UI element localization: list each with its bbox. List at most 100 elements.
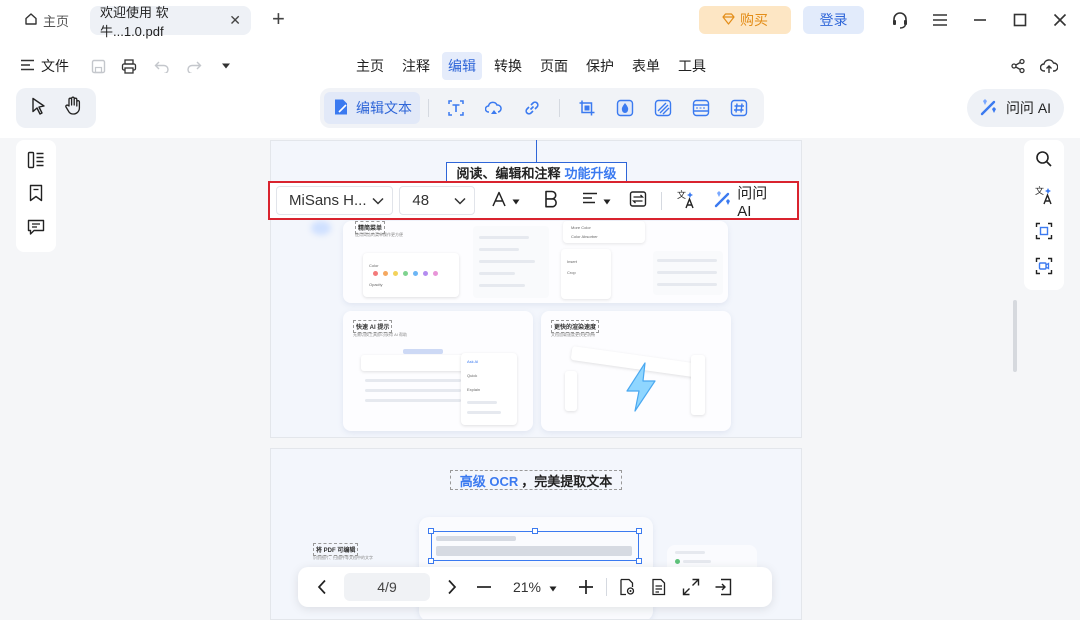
file-menu[interactable]: 文件: [20, 56, 69, 76]
add-image-icon[interactable]: [478, 92, 510, 124]
watermark-icon[interactable]: [609, 92, 641, 124]
menu-item-tools[interactable]: 工具: [672, 52, 712, 80]
document-tab[interactable]: 欢迎使用 软牛...1.0.pdf ✕: [90, 5, 251, 39]
menu-item-form[interactable]: 表单: [626, 52, 666, 80]
select-cursor-icon[interactable]: [31, 97, 47, 120]
read-mode-icon[interactable]: [611, 571, 643, 603]
edit-text-label: 编辑文本: [356, 100, 412, 116]
menu-item-home[interactable]: 主页: [350, 52, 390, 80]
maximize-icon[interactable]: [1010, 10, 1030, 30]
mini-menu-text: Explain: [467, 387, 481, 392]
feature-card-rendering: 更快的渲染速度 文档加载速度更快更流畅: [541, 311, 731, 431]
menu-item-convert[interactable]: 转换: [488, 52, 528, 80]
save-icon[interactable]: [89, 57, 107, 75]
home-tab[interactable]: 主页: [16, 7, 79, 34]
translate-icon: 文: [676, 189, 696, 213]
crop-icon[interactable]: [571, 92, 603, 124]
format-ask-ai-button[interactable]: 问问 AI: [706, 185, 791, 220]
cloud-upload-icon[interactable]: [1040, 57, 1058, 75]
header-footer-icon[interactable]: [685, 92, 717, 124]
mini-line: [365, 399, 461, 402]
menu-item-page[interactable]: 页面: [534, 52, 574, 80]
background-icon[interactable]: [647, 92, 679, 124]
new-tab-button[interactable]: +: [272, 8, 285, 30]
headset-icon[interactable]: [890, 10, 910, 30]
font-color-button[interactable]: [483, 186, 528, 215]
add-text-icon[interactable]: [440, 92, 472, 124]
edit-text-button[interactable]: 编辑文本: [324, 92, 420, 124]
mini-context-menu: More Color Color Absorber: [563, 221, 645, 243]
page-layout-icon[interactable]: [643, 571, 675, 603]
quick-access-dropdown-icon[interactable]: [217, 57, 235, 75]
page-number-input[interactable]: 4/9: [344, 573, 430, 601]
text-layout-button[interactable]: [621, 186, 655, 215]
mini-line: [657, 259, 717, 262]
menu-item-annotate[interactable]: 注释: [396, 52, 436, 80]
color-swatch: [393, 271, 398, 276]
document-tab-label: 欢迎使用 软牛...1.0.pdf: [100, 4, 169, 39]
align-button[interactable]: [574, 186, 619, 215]
mini-line: [479, 248, 519, 251]
mini-line: [479, 272, 515, 275]
hamburger-menu-icon[interactable]: [930, 10, 950, 30]
title-bar: 主页 欢迎使用 软牛...1.0.pdf ✕ + 购买 登录: [0, 0, 1080, 40]
close-window-icon[interactable]: [1050, 10, 1070, 30]
undo-icon[interactable]: [153, 57, 171, 75]
page-heading-highlight: 功能升级: [564, 165, 617, 181]
translate-button[interactable]: 文: [668, 186, 704, 215]
mini-table: [365, 375, 465, 415]
vertical-scrollbar[interactable]: [1013, 300, 1017, 372]
comments-icon[interactable]: [27, 218, 45, 241]
chevron-down-icon: [372, 192, 384, 209]
add-link-icon[interactable]: [516, 92, 548, 124]
login-button[interactable]: 登录: [803, 6, 864, 34]
caret-down-icon: [603, 192, 611, 209]
font-family-select[interactable]: MiSans H...: [276, 186, 394, 215]
ask-ai-button[interactable]: 问问 AI: [967, 89, 1064, 127]
bookmark-icon[interactable]: [28, 184, 44, 207]
bates-number-icon[interactable]: [723, 92, 755, 124]
mini-ai-menu: Ask AI Quick Explain: [461, 353, 517, 425]
thumbnails-icon[interactable]: [27, 151, 45, 174]
toolbar-divider: [428, 99, 429, 117]
translate-icon[interactable]: 文: [1034, 185, 1054, 210]
minimize-icon[interactable]: [970, 10, 990, 30]
caret-down-icon: [549, 579, 557, 595]
menu-item-protect[interactable]: 保护: [580, 52, 620, 80]
zoom-in-icon[interactable]: [570, 571, 602, 603]
mini-menu-text: Color Absorber: [571, 234, 598, 239]
buy-button[interactable]: 购买: [699, 6, 791, 34]
mini-highlight: [403, 349, 443, 354]
mini-line: [657, 283, 717, 286]
close-tab-icon[interactable]: ✕: [229, 12, 241, 29]
mini-menu-text: Quick: [467, 373, 478, 378]
next-page-icon[interactable]: [436, 571, 468, 603]
feature-card-menu: 精简菜单 使用简洁的菜单操作更方便 Color Opacity More Col…: [343, 221, 728, 303]
status-dot: [675, 559, 680, 564]
zoom-out-icon[interactable]: [468, 571, 500, 603]
menu-item-edit[interactable]: 编辑: [442, 52, 482, 80]
pointer-tool-group: [16, 88, 96, 128]
share-icon[interactable]: [1009, 57, 1027, 75]
ocr-selection-box: [431, 531, 639, 561]
mini-line: [365, 379, 461, 382]
font-color-icon: [491, 191, 507, 211]
page-heading-selected[interactable]: 阅读、编辑和注释 功能升级: [446, 162, 627, 182]
decorative-blob: [311, 221, 331, 235]
font-size-select[interactable]: 48: [399, 186, 476, 215]
exit-edit-icon[interactable]: [707, 571, 739, 603]
chevron-down-icon: [454, 192, 466, 209]
previous-page-icon[interactable]: [306, 571, 338, 603]
format-ask-ai-label: 问问 AI: [737, 184, 768, 220]
right-sidebar: 文: [1024, 140, 1064, 290]
redo-icon[interactable]: [185, 57, 203, 75]
bold-button[interactable]: [536, 186, 566, 215]
hand-icon[interactable]: [64, 96, 82, 120]
zoom-level-select[interactable]: 21%: [500, 579, 570, 595]
search-icon[interactable]: [1035, 150, 1053, 173]
fit-page-icon[interactable]: [675, 571, 707, 603]
mini-menu-text: Crop: [567, 270, 576, 275]
screen-record-icon[interactable]: [1035, 257, 1053, 280]
ocr-scan-icon[interactable]: [1035, 222, 1053, 245]
print-icon[interactable]: [120, 57, 138, 75]
